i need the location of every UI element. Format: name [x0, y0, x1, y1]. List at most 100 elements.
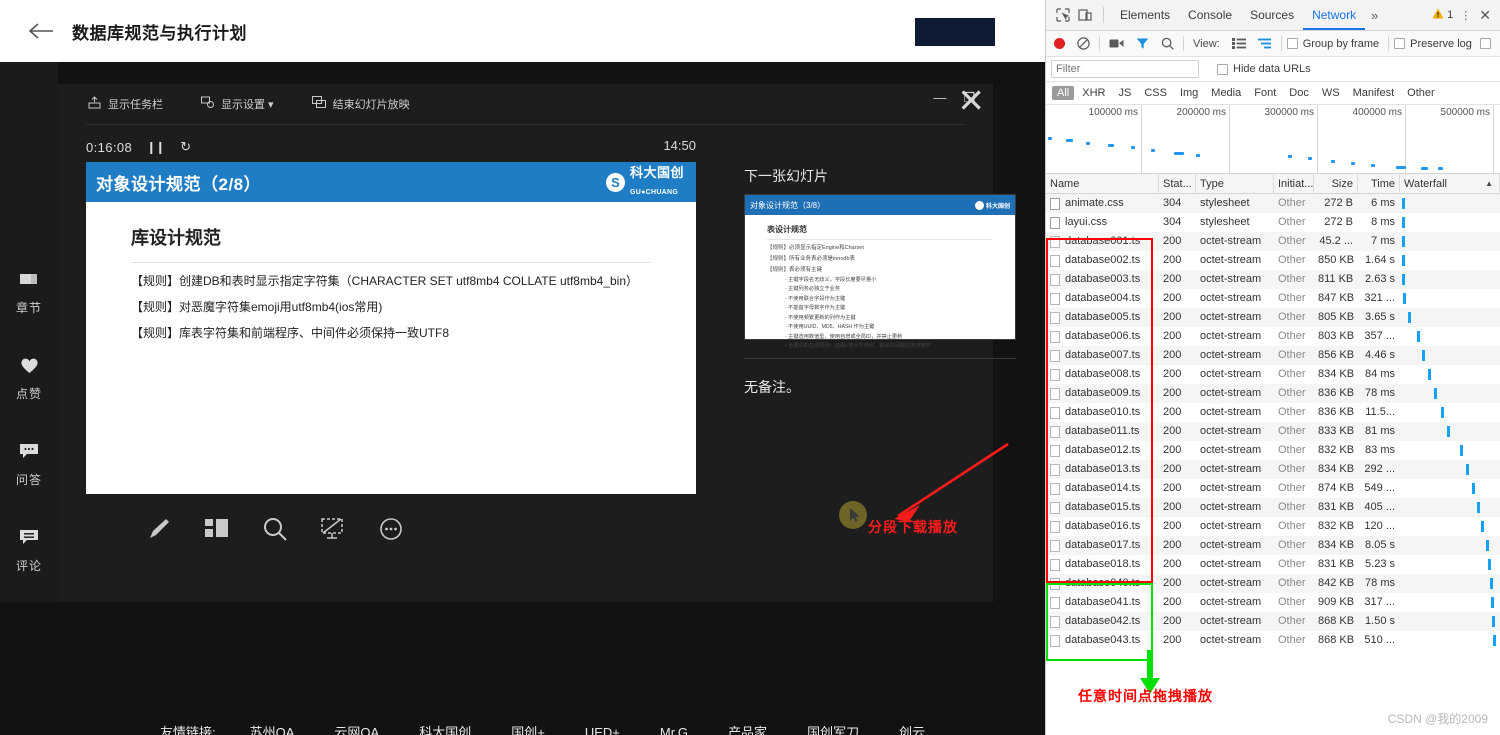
preserve-log-checkbox[interactable]: Preserve log: [1394, 38, 1472, 50]
table-row[interactable]: database017.ts 200 octet-stream Other 834 KB…: [1046, 536, 1500, 555]
table-row[interactable]: database040.ts 200 octet-stream Other 842 KB…: [1046, 574, 1500, 593]
type-filter-ws[interactable]: WS: [1317, 86, 1345, 100]
zoom-icon[interactable]: [262, 516, 288, 547]
type-filter-css[interactable]: CSS: [1139, 86, 1172, 100]
filter-input[interactable]: [1051, 60, 1199, 78]
table-row[interactable]: database010.ts 200 octet-stream Other 836 KB…: [1046, 403, 1500, 422]
list-view-icon[interactable]: [1231, 38, 1246, 49]
tab-network[interactable]: Network: [1303, 0, 1366, 30]
type-filter-img[interactable]: Img: [1175, 86, 1203, 100]
request-name: database042.ts: [1065, 615, 1141, 627]
table-row[interactable]: database015.ts 200 octet-stream Other 831 KB…: [1046, 498, 1500, 517]
show-taskbar-button[interactable]: 显示任务栏: [88, 96, 163, 112]
footer-link[interactable]: Mr.G: [660, 725, 688, 735]
table-row[interactable]: database006.ts 200 octet-stream Other 803 KB…: [1046, 327, 1500, 346]
blank-file-icon: [1050, 463, 1060, 476]
footer-link[interactable]: 国创军刀: [807, 722, 859, 735]
end-show-button[interactable]: 结束幻灯片放映: [311, 96, 410, 112]
clear-icon[interactable]: [1077, 37, 1090, 50]
type-filter-all[interactable]: All: [1052, 86, 1075, 100]
next-slide-preview[interactable]: 对象设计规范（3/8） 科大国创 表设计规范 【规则】必须显示指定Engine和…: [744, 194, 1016, 349]
group-by-frame-checkbox[interactable]: Group by frame: [1286, 38, 1379, 50]
footer-link[interactable]: 苏州OA: [250, 722, 295, 735]
table-row[interactable]: database002.ts 200 octet-stream Other 850 KB…: [1046, 251, 1500, 270]
slide-canvas[interactable]: 对象设计规范（2/8） S 科大国创 GU●CHUANG 库设计规范 【规则】创…: [86, 162, 696, 494]
sidebar-item-comments[interactable]: 评论: [0, 529, 58, 575]
device-toolbar-icon[interactable]: [1074, 4, 1096, 26]
table-row[interactable]: layui.css 304 stylesheet Other 272 B 8 ms: [1046, 213, 1500, 232]
footer-link[interactable]: UED+: [585, 725, 620, 735]
network-table-body[interactable]: animate.css 304 stylesheet Other 272 B 6 ms la…: [1046, 194, 1500, 650]
slide-grid-icon[interactable]: [204, 517, 230, 546]
column-header-name[interactable]: Name: [1046, 173, 1159, 194]
screenshot-capture-icon[interactable]: [1109, 38, 1124, 49]
tab-console[interactable]: Console: [1179, 0, 1241, 30]
footer-link[interactable]: 产品家: [728, 722, 767, 735]
type-filter-media[interactable]: Media: [1206, 86, 1246, 100]
sidebar-item-qa[interactable]: 问答: [0, 443, 58, 489]
display-settings-button[interactable]: 显示设置 ▾: [201, 96, 274, 112]
tab-elements[interactable]: Elements: [1111, 0, 1179, 30]
close-devtools-icon[interactable]: ✕: [1477, 7, 1500, 24]
type-filter-manifest[interactable]: Manifest: [1348, 86, 1400, 100]
table-row[interactable]: database003.ts 200 octet-stream Other 811 KB…: [1046, 270, 1500, 289]
table-row[interactable]: database001.ts 200 octet-stream Other 45.2 .…: [1046, 232, 1500, 251]
disable-cache-checkbox[interactable]: [1479, 38, 1491, 49]
record-icon[interactable]: [1054, 38, 1065, 49]
warning-indicator[interactable]: 1: [1432, 8, 1453, 22]
footer-link[interactable]: 国创+: [511, 722, 545, 735]
table-row[interactable]: database014.ts 200 octet-stream Other 874 KB…: [1046, 479, 1500, 498]
filter-icon[interactable]: [1136, 37, 1149, 50]
cell-time: 8 ms: [1371, 216, 1395, 228]
table-row[interactable]: database007.ts 200 octet-stream Other 856 KB…: [1046, 346, 1500, 365]
table-row[interactable]: database041.ts 200 octet-stream Other 909 KB…: [1046, 593, 1500, 612]
column-header-size[interactable]: Size: [1314, 173, 1358, 194]
more-tabs-icon[interactable]: »: [1365, 8, 1384, 23]
footer-link[interactable]: 云网OA: [334, 722, 379, 735]
table-row[interactable]: database012.ts 200 octet-stream Other 832 KB…: [1046, 441, 1500, 460]
cell-name: database011.ts: [1046, 422, 1159, 441]
table-row[interactable]: database008.ts 200 octet-stream Other 834 KB…: [1046, 365, 1500, 384]
pen-icon[interactable]: [146, 516, 172, 547]
table-row[interactable]: database005.ts 200 octet-stream Other 805 KB…: [1046, 308, 1500, 327]
waterfall-view-icon[interactable]: [1257, 38, 1272, 49]
table-row[interactable]: database004.ts 200 octet-stream Other 847 KB…: [1046, 289, 1500, 308]
table-row[interactable]: database011.ts 200 octet-stream Other 833 KB…: [1046, 422, 1500, 441]
column-header-type[interactable]: Type: [1196, 173, 1274, 194]
table-row[interactable]: database009.ts 200 octet-stream Other 836 KB…: [1046, 384, 1500, 403]
column-header-status[interactable]: Stat...: [1159, 173, 1196, 194]
network-overview-timeline[interactable]: 100000 ms 200000 ms 300000 ms 400000 ms 5000…: [1046, 105, 1500, 174]
footer-link[interactable]: 创云: [899, 722, 925, 735]
table-row[interactable]: database013.ts 200 octet-stream Other 834 KB…: [1046, 460, 1500, 479]
footer-link[interactable]: 科大国创: [419, 722, 471, 735]
type-filter-doc[interactable]: Doc: [1284, 86, 1314, 100]
column-header-waterfall[interactable]: Waterfall ▲: [1400, 173, 1500, 194]
table-row[interactable]: database018.ts 200 octet-stream Other 831 KB…: [1046, 555, 1500, 574]
table-row[interactable]: database043.ts 200 octet-stream Other 868 KB…: [1046, 631, 1500, 650]
devtools-menu-icon[interactable]: ⋮: [1453, 9, 1477, 22]
blank-screen-icon[interactable]: [320, 517, 346, 546]
replay-icon[interactable]: ↻: [180, 139, 191, 155]
tab-sources[interactable]: Sources: [1241, 0, 1303, 30]
arrow-left-icon[interactable]: [26, 16, 56, 46]
cell-type: octet-stream: [1200, 387, 1262, 399]
pause-icon[interactable]: ❙❙: [146, 140, 165, 154]
table-row[interactable]: database042.ts 200 octet-stream Other 868 KB…: [1046, 612, 1500, 631]
column-header-time[interactable]: Time: [1358, 173, 1400, 194]
table-row[interactable]: database016.ts 200 octet-stream Other 832 KB…: [1046, 517, 1500, 536]
type-filter-font[interactable]: Font: [1249, 86, 1281, 100]
search-icon[interactable]: [1161, 37, 1174, 50]
type-filter-js[interactable]: JS: [1113, 86, 1136, 100]
minimize-button[interactable]: —: [933, 91, 946, 104]
type-filter-xhr[interactable]: XHR: [1077, 86, 1110, 100]
inspect-element-icon[interactable]: [1052, 4, 1074, 26]
sidebar-item-likes[interactable]: 点赞: [0, 357, 58, 403]
more-options-icon[interactable]: [378, 516, 404, 547]
waterfall-bar: [1471, 483, 1475, 494]
close-button[interactable]: ✕: [957, 84, 985, 117]
type-filter-other[interactable]: Other: [1402, 86, 1440, 100]
hide-data-urls-checkbox[interactable]: Hide data URLs: [1217, 63, 1311, 75]
column-header-initiator[interactable]: Initiat...: [1274, 173, 1314, 194]
table-row[interactable]: animate.css 304 stylesheet Other 272 B 6 ms: [1046, 194, 1500, 213]
sidebar-item-chapters[interactable]: 章节: [0, 272, 58, 317]
